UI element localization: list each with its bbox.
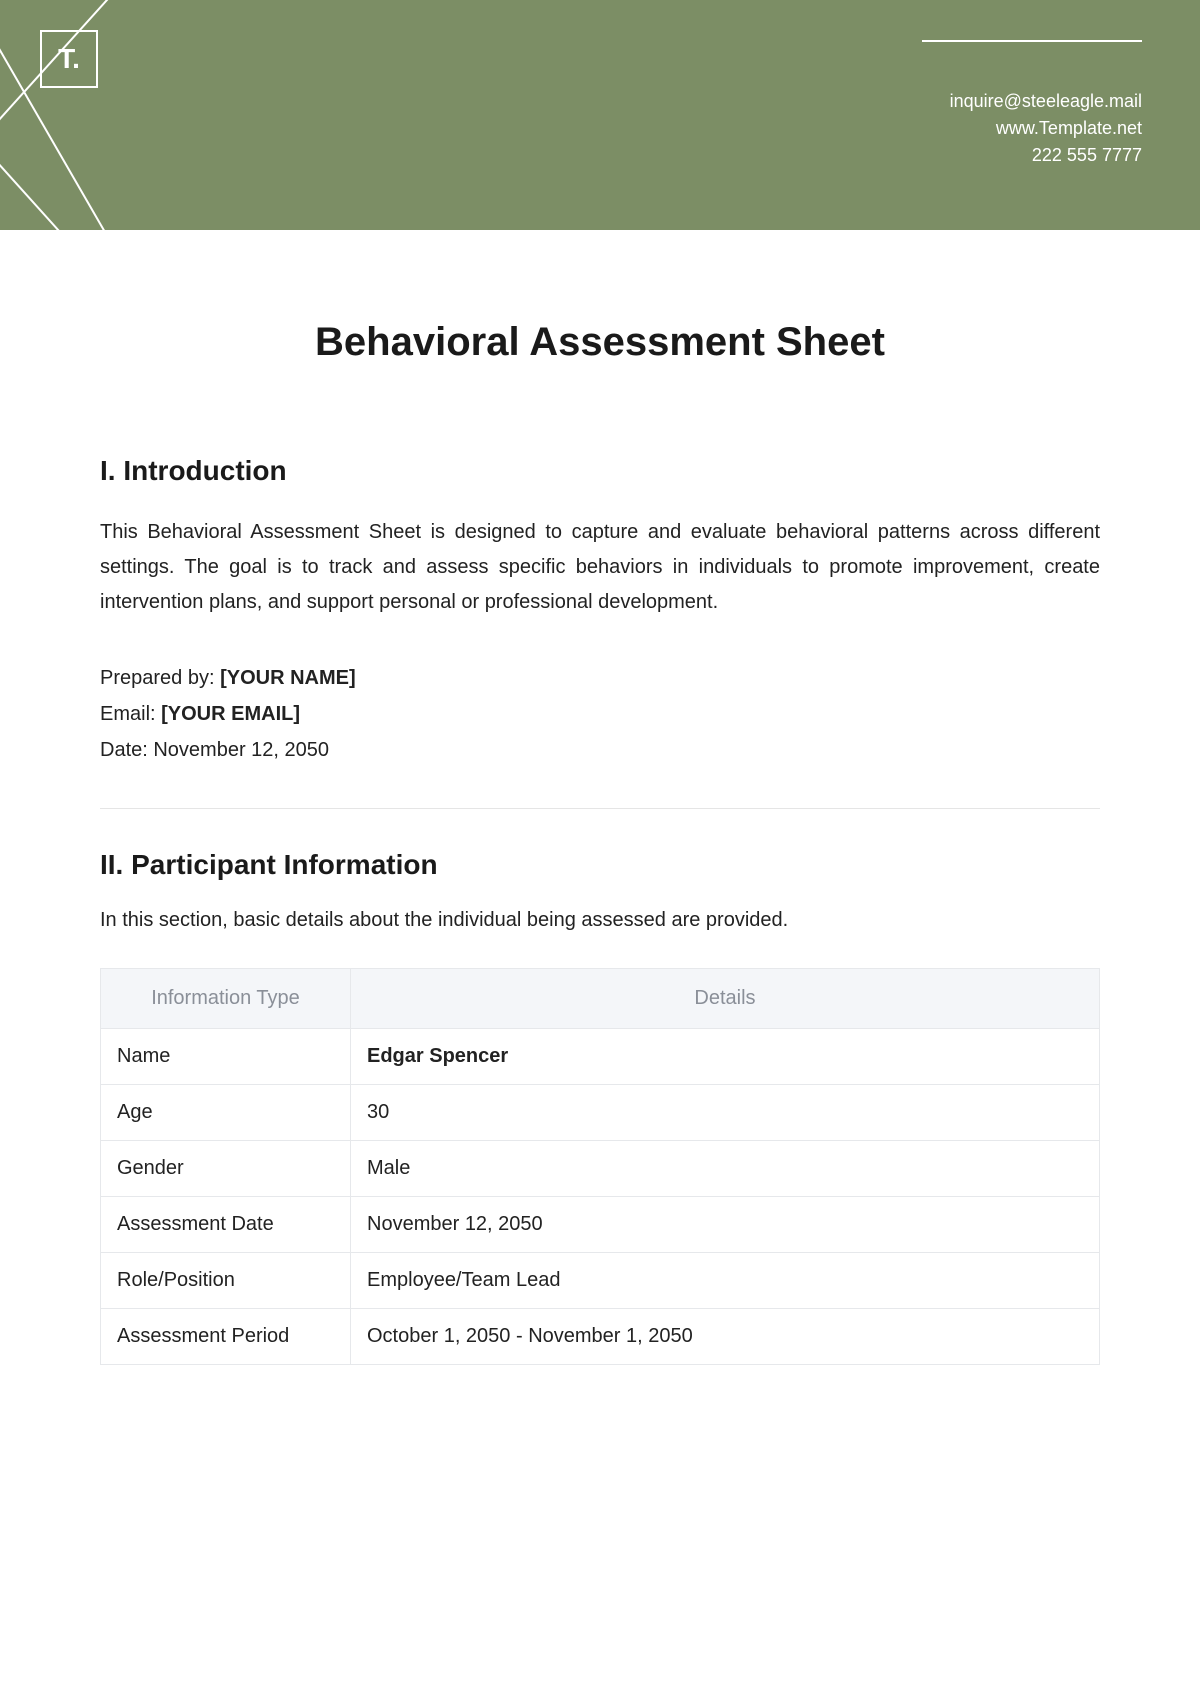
row-value: Employee/Team Lead (351, 1253, 1100, 1309)
date-value: November 12, 2050 (153, 739, 329, 761)
row-label: Assessment Period (101, 1309, 351, 1365)
row-value: October 1, 2050 - November 1, 2050 (351, 1309, 1100, 1365)
table-header-details: Details (351, 969, 1100, 1029)
date-line: Date: November 12, 2050 (100, 732, 1100, 768)
row-label: Assessment Date (101, 1197, 351, 1253)
row-label: Name (101, 1029, 351, 1085)
email-line: Email: [YOUR EMAIL] (100, 696, 1100, 732)
header-banner: T. inquire@steeleagle.mail www.Template.… (0, 0, 1200, 230)
row-label: Gender (101, 1141, 351, 1197)
row-value: November 12, 2050 (351, 1197, 1100, 1253)
decorative-line (0, 0, 201, 230)
table-row: Gender Male (101, 1141, 1100, 1197)
decorative-line (0, 120, 148, 230)
table-row: Age 30 (101, 1085, 1100, 1141)
row-value: Edgar Spencer (351, 1029, 1100, 1085)
prepared-by-label: Prepared by: (100, 667, 220, 689)
row-value: 30 (351, 1085, 1100, 1141)
row-value: Male (351, 1141, 1100, 1197)
section-participant-heading: II. Participant Information (100, 849, 1100, 881)
contact-block: inquire@steeleagle.mail www.Template.net… (950, 40, 1142, 169)
date-label: Date: (100, 739, 153, 761)
participant-description: In this section, basic details about the… (100, 909, 1100, 932)
row-label: Role/Position (101, 1253, 351, 1309)
email-value: [YOUR EMAIL] (161, 703, 300, 725)
email-label: Email: (100, 703, 161, 725)
prepared-by-line: Prepared by: [YOUR NAME] (100, 660, 1100, 696)
table-header-info-type: Information Type (101, 969, 351, 1029)
table-header-row: Information Type Details (101, 969, 1100, 1029)
contact-website: www.Template.net (950, 115, 1142, 142)
participant-info-table: Information Type Details Name Edgar Spen… (100, 968, 1100, 1365)
row-label: Age (101, 1085, 351, 1141)
section-introduction-heading: I. Introduction (100, 455, 1100, 487)
document-content: Behavioral Assessment Sheet I. Introduct… (0, 230, 1200, 1365)
contact-email: inquire@steeleagle.mail (950, 88, 1142, 115)
prepared-by-value: [YOUR NAME] (220, 667, 356, 689)
contact-phone: 222 555 7777 (950, 142, 1142, 169)
table-row: Name Edgar Spencer (101, 1029, 1100, 1085)
introduction-paragraph: This Behavioral Assessment Sheet is desi… (100, 515, 1100, 620)
table-row: Role/Position Employee/Team Lead (101, 1253, 1100, 1309)
document-title: Behavioral Assessment Sheet (100, 320, 1100, 365)
table-row: Assessment Date November 12, 2050 (101, 1197, 1100, 1253)
table-row: Assessment Period October 1, 2050 - Nove… (101, 1309, 1100, 1365)
section-divider (100, 808, 1100, 809)
